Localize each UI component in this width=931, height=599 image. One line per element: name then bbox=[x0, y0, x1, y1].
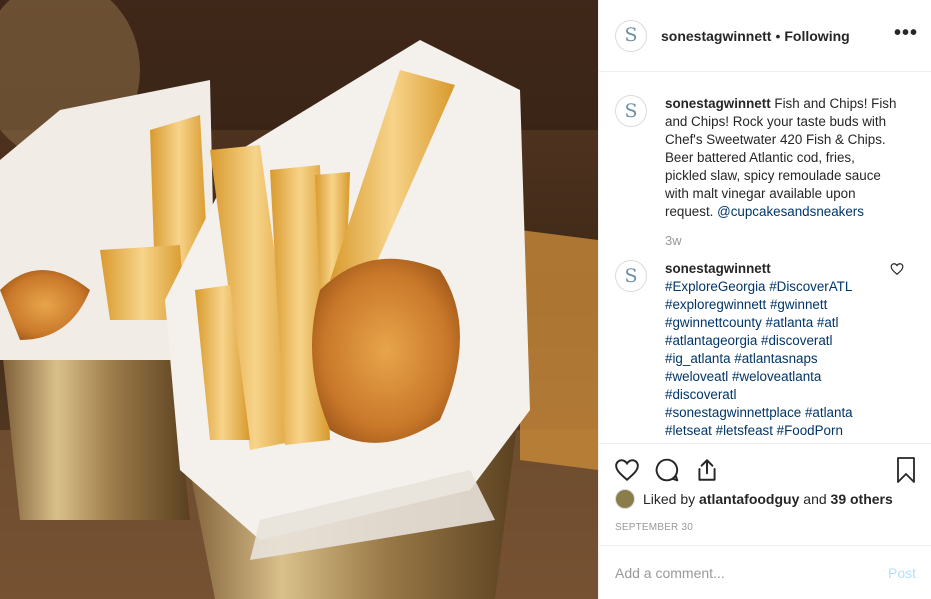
caption-text: Fish and Chips! Fish and Chips! Rock you… bbox=[665, 96, 897, 219]
following-button[interactable]: Following bbox=[784, 28, 849, 44]
likes-others-count[interactable]: 39 others bbox=[831, 491, 893, 507]
likes-summary: Liked by atlantafoodguy and 39 others bbox=[615, 489, 893, 509]
hashtag-line[interactable]: #ExploreGeorgia #DiscoverATL bbox=[665, 278, 897, 296]
hashtag-line[interactable]: #weloveatl #weloveatlanta bbox=[665, 368, 897, 386]
comment-body: sonestagwinnett #ExploreGeorgia #Discove… bbox=[665, 260, 897, 440]
hashtag-line[interactable]: #gwinnettcounty #atlanta #atl bbox=[665, 314, 897, 332]
comments-section[interactable]: S sonestagwinnett Fish and Chips! Fish a… bbox=[599, 73, 931, 443]
avatar-logo: S bbox=[624, 99, 638, 122]
profile-avatar[interactable]: S bbox=[615, 19, 647, 52]
instagram-post-modal: S sonestagwinnett • Following ••• S sone… bbox=[0, 0, 931, 599]
avatar-logo: S bbox=[624, 24, 638, 46]
comment-avatar[interactable]: S bbox=[615, 260, 647, 292]
post-date[interactable]: SEPTEMBER 30 bbox=[615, 522, 693, 533]
caption-timestamp[interactable]: 3w bbox=[665, 233, 916, 248]
comment-like-heart-icon[interactable] bbox=[890, 262, 904, 276]
likes-prefix: Liked by bbox=[643, 491, 696, 507]
hashtag-line[interactable]: #discoveratl bbox=[665, 386, 897, 404]
avatar-logo: S bbox=[624, 264, 638, 287]
likes-text[interactable]: Liked by atlantafoodguy and 39 others bbox=[643, 491, 893, 507]
add-comment-bar: Post bbox=[599, 545, 931, 599]
comment-username[interactable]: sonestagwinnett bbox=[665, 261, 771, 276]
hashtag-line[interactable]: #ig_atlanta #atlantasnaps bbox=[665, 350, 897, 368]
caption-username[interactable]: sonestagwinnett bbox=[665, 96, 771, 111]
hashtag-line[interactable]: #letseat #letsfeast #FoodPorn bbox=[665, 422, 897, 440]
fish-and-chips-photo bbox=[0, 0, 598, 599]
hashtag-line[interactable]: #exploregwinnett #gwinnett bbox=[665, 296, 897, 314]
likes-connector: and bbox=[803, 491, 827, 507]
header-username[interactable]: sonestagwinnett bbox=[661, 28, 771, 44]
action-bar bbox=[599, 443, 931, 495]
hashtag-line[interactable]: #sonestagwinnettplace #atlanta bbox=[665, 404, 897, 422]
header-separator: • bbox=[775, 27, 781, 44]
hashtag-line[interactable]: #atlantageorgia #discoveratl bbox=[665, 332, 897, 350]
liker-avatar[interactable] bbox=[615, 489, 635, 509]
save-bookmark-icon[interactable] bbox=[894, 456, 918, 484]
share-icon[interactable] bbox=[693, 456, 721, 484]
like-heart-icon[interactable] bbox=[613, 456, 641, 484]
caption-avatar[interactable]: S bbox=[615, 95, 647, 127]
caption-mention-link[interactable]: @cupcakesandsneakers bbox=[717, 204, 864, 219]
comment-bubble-icon[interactable] bbox=[653, 456, 681, 484]
liker-username[interactable]: atlantafoodguy bbox=[699, 491, 799, 507]
post-side-panel: S sonestagwinnett • Following ••• S sone… bbox=[598, 0, 931, 599]
post-header: S sonestagwinnett • Following ••• bbox=[599, 0, 931, 72]
add-comment-input[interactable] bbox=[615, 564, 865, 581]
caption: S sonestagwinnett Fish and Chips! Fish a… bbox=[615, 95, 916, 221]
more-options-icon[interactable]: ••• bbox=[894, 23, 918, 43]
post-comment-button[interactable]: Post bbox=[888, 565, 916, 581]
caption-body: sonestagwinnett Fish and Chips! Fish and… bbox=[665, 95, 897, 221]
post-photo[interactable] bbox=[0, 0, 598, 599]
comment: S sonestagwinnett #ExploreGeorgia #Disco… bbox=[615, 260, 916, 440]
